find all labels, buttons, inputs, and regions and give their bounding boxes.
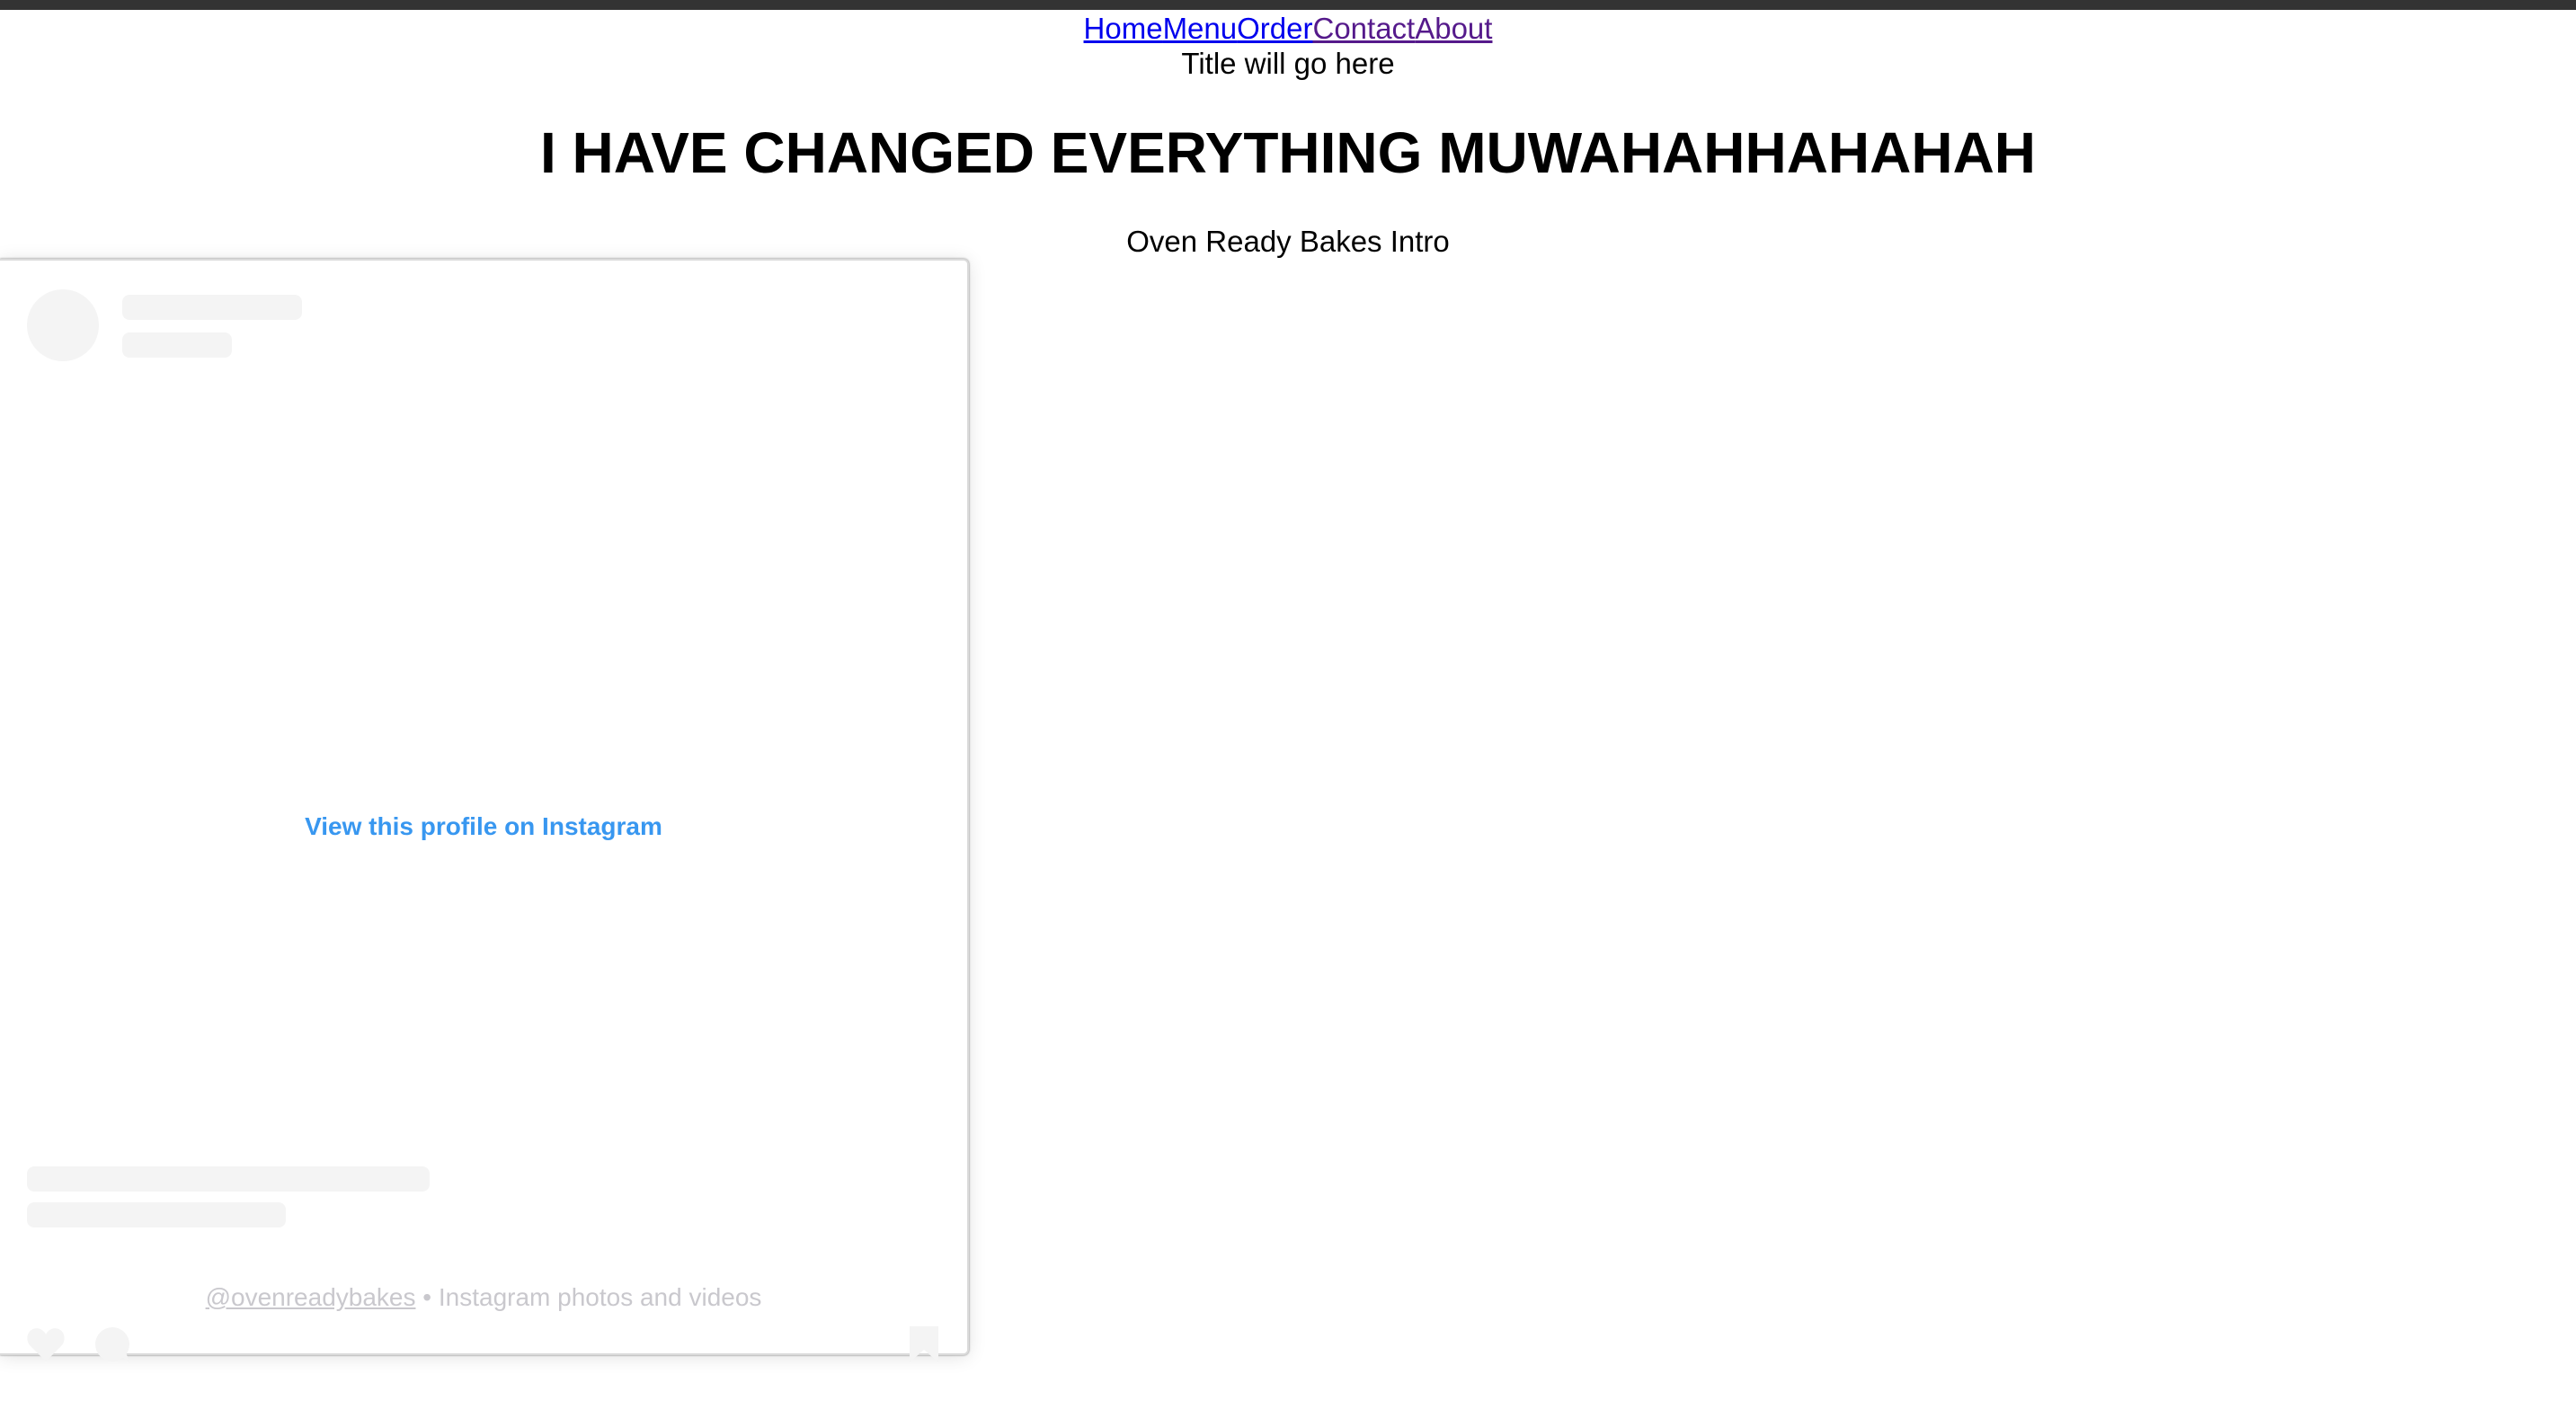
bookmark-icon xyxy=(904,1325,944,1364)
nav-link-menu[interactable]: Menu xyxy=(1163,12,1238,45)
footer-caption: Instagram photos and videos xyxy=(439,1283,762,1311)
nav-link-contact[interactable]: Contact xyxy=(1312,12,1415,45)
nav-link-order[interactable]: Order xyxy=(1237,12,1312,45)
avatar-placeholder xyxy=(27,289,99,361)
instagram-embed-card[interactable]: View this profile on Instagram @ovenread… xyxy=(0,259,969,1355)
page-headline: I HAVE CHANGED EVERYTHING MUWAHAHHAHAHAH xyxy=(0,117,2576,189)
caption-placeholder-line-short xyxy=(27,1202,286,1227)
profile-handle-placeholder xyxy=(122,332,232,358)
page-subtitle: Title will go here xyxy=(0,45,2576,83)
view-profile-link[interactable]: View this profile on Instagram xyxy=(0,811,967,843)
footer-separator: • xyxy=(415,1283,438,1311)
browser-top-bar xyxy=(0,0,2576,10)
instagram-handle-link[interactable]: @ovenreadybakes xyxy=(206,1283,416,1311)
intro-text: Oven Ready Bakes Intro xyxy=(0,223,2576,261)
comment-icon xyxy=(93,1325,132,1365)
profile-name-placeholder xyxy=(122,295,302,320)
instagram-footer: @ovenreadybakes • Instagram photos and v… xyxy=(0,1281,967,1314)
nav-link-about[interactable]: About xyxy=(1415,12,1492,45)
heart-icon xyxy=(26,1325,66,1365)
nav-link-home[interactable]: Home xyxy=(1084,12,1163,45)
main-nav: HomeMenuOrderContactAbout xyxy=(0,10,2576,48)
caption-placeholder-line xyxy=(27,1166,430,1192)
